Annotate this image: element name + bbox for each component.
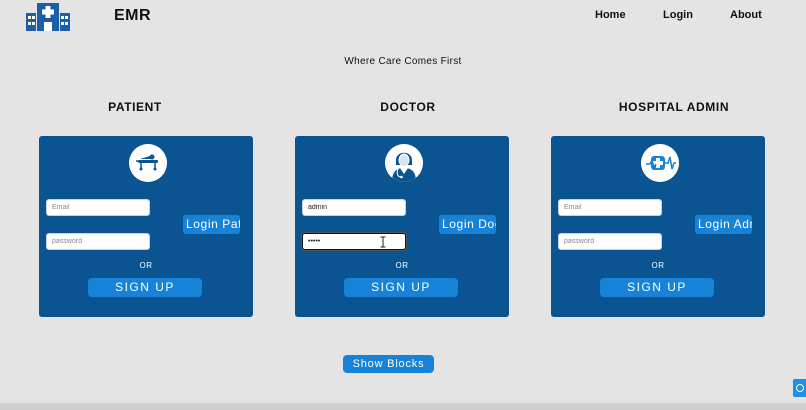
patient-login-card: Login Patient OR SIGN UP bbox=[39, 136, 253, 317]
admin-email-input[interactable] bbox=[558, 199, 662, 216]
patient-email-input[interactable] bbox=[46, 199, 150, 216]
hospital-admin-login-card: Login Admin OR SIGN UP bbox=[551, 136, 765, 317]
admin-login-button[interactable]: Login Admin bbox=[695, 215, 752, 234]
doctor-title: DOCTOR bbox=[380, 100, 436, 114]
doctor-password-input[interactable] bbox=[301, 232, 407, 251]
brand-title: EMR bbox=[114, 7, 152, 24]
or-separator: OR bbox=[395, 261, 409, 270]
hospital-building-icon bbox=[26, 3, 70, 31]
hospital-pulse-icon bbox=[641, 144, 679, 182]
bottom-edge-divider bbox=[0, 403, 806, 410]
text-cursor-icon bbox=[380, 235, 386, 248]
doctor-signup-button[interactable]: SIGN UP bbox=[344, 278, 458, 297]
or-separator: OR bbox=[651, 261, 665, 270]
doctor-email-input[interactable] bbox=[302, 199, 406, 216]
patient-password-input[interactable] bbox=[46, 233, 150, 250]
admin-signup-button[interactable]: SIGN UP bbox=[600, 278, 714, 297]
tagline: Where Care Comes First bbox=[344, 56, 462, 67]
doctor-login-card: Login Doctor OR SIGN UP bbox=[295, 136, 509, 317]
doctor-icon bbox=[385, 144, 423, 182]
patient-signup-button[interactable]: SIGN UP bbox=[88, 278, 202, 297]
nav-about-link[interactable]: About bbox=[730, 9, 762, 21]
stretcher-icon bbox=[129, 144, 167, 182]
patient-login-button[interactable]: Login Patient bbox=[183, 215, 240, 234]
patient-title: PATIENT bbox=[108, 100, 162, 114]
doctor-login-button[interactable]: Login Doctor bbox=[439, 215, 496, 234]
admin-password-input[interactable] bbox=[558, 233, 662, 250]
nav-home-link[interactable]: Home bbox=[595, 9, 626, 21]
or-separator: OR bbox=[139, 261, 153, 270]
hospital-admin-title: HOSPITAL ADMIN bbox=[618, 100, 730, 114]
remote-support-icon[interactable] bbox=[793, 379, 806, 397]
show-blocks-button[interactable]: Show Blocks bbox=[343, 355, 434, 373]
nav-login-link[interactable]: Login bbox=[663, 9, 693, 21]
